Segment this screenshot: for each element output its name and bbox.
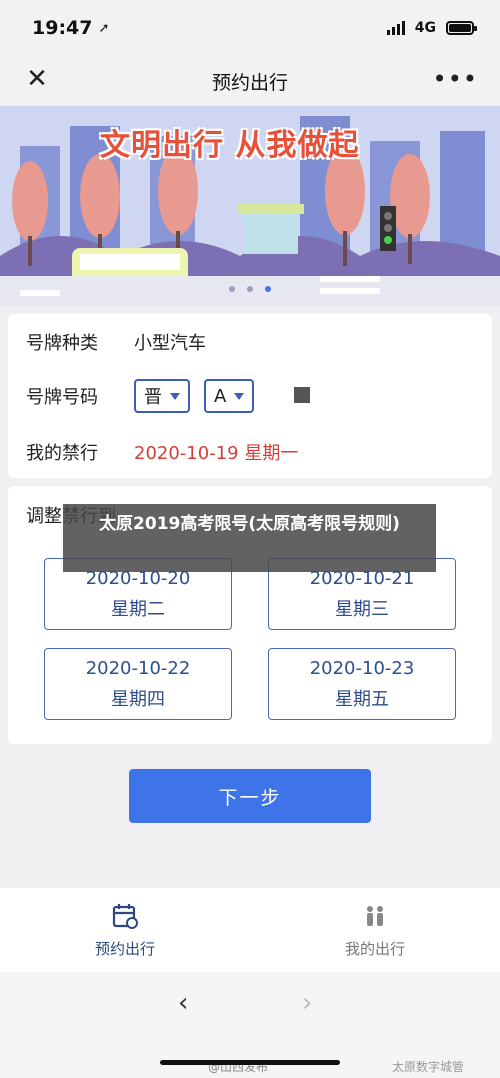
status-time: 19:47 xyxy=(32,17,93,39)
tab-my-trips[interactable]: 我的出行 xyxy=(250,888,500,972)
page-title: 预约出行 xyxy=(211,71,288,94)
redaction-block xyxy=(294,387,311,403)
date-option[interactable]: 2020-10-22 星期四 xyxy=(44,648,232,720)
network-type: 4G xyxy=(414,20,436,36)
close-icon[interactable]: ✕ xyxy=(20,62,54,96)
tab-reserve-label: 预约出行 xyxy=(94,939,155,958)
letter-value: A xyxy=(214,385,227,407)
signal-icon xyxy=(386,21,405,35)
status-indicators: 4G xyxy=(386,20,477,36)
date-option-weekday: 星期五 xyxy=(335,688,389,710)
next-button[interactable]: 下一步 xyxy=(129,769,371,823)
people-icon xyxy=(367,905,383,926)
chevron-down-icon xyxy=(234,392,245,400)
tab-reserve[interactable]: 预约出行 xyxy=(0,888,250,972)
forward-icon[interactable]: › xyxy=(302,988,312,1018)
tab-my-trips-label: 我的出行 xyxy=(344,939,405,958)
watermark-right: 太原数字城管 xyxy=(392,1060,465,1074)
plate-number-input[interactable] xyxy=(268,379,338,413)
province-value: 晋 xyxy=(144,387,162,408)
date-option-weekday: 星期二 xyxy=(111,598,165,620)
browser-toolbar: ‹ › @山西发布 太原数字城管 xyxy=(0,972,500,1078)
home-indicator[interactable] xyxy=(160,1060,340,1065)
chevron-down-icon xyxy=(170,392,180,400)
date-option-date: 2020-10-22 xyxy=(85,657,191,679)
status-bar: 19:47 ➚ 4G xyxy=(0,0,500,56)
letter-select[interactable]: A xyxy=(204,379,255,413)
date-option[interactable]: 2020-10-23 星期五 xyxy=(268,648,456,720)
calendar-icon xyxy=(112,903,138,929)
restriction-value: 2020-10-19 星期一 xyxy=(134,443,299,464)
plate-number-label: 号牌号码 xyxy=(26,387,98,408)
date-option-date: 2020-10-23 xyxy=(309,657,415,679)
tab-bar: 预约出行 我的出行 xyxy=(0,888,500,972)
more-icon[interactable]: ••• xyxy=(433,62,478,96)
plate-type-row: 号牌种类 小型汽车 xyxy=(26,324,206,360)
date-option-weekday: 星期三 xyxy=(335,598,389,620)
location-arrow-icon: ➚ xyxy=(98,20,110,36)
banner-slogan: 文明出行 从我做起 xyxy=(100,128,360,163)
nav-bar: ✕ 预约出行 ••• xyxy=(0,56,500,106)
province-select[interactable]: 晋 xyxy=(134,379,190,413)
plate-info-card: 号牌种类 小型汽车 号牌号码 晋 A 我的禁行 2020-10-19 星期一 xyxy=(8,314,492,478)
restriction-row: 我的禁行 2020-10-19 星期一 xyxy=(26,434,298,470)
back-icon[interactable]: ‹ xyxy=(178,988,188,1018)
battery-icon xyxy=(446,21,477,35)
date-option-weekday: 星期四 xyxy=(111,688,165,710)
plate-type-value: 小型汽车 xyxy=(134,333,206,354)
plate-type-label: 号牌种类 xyxy=(26,333,98,354)
plate-number-row: 号牌号码 晋 A xyxy=(26,378,338,414)
restriction-label: 我的禁行 xyxy=(26,443,98,464)
banner[interactable]: 文明出行 从我做起 xyxy=(0,106,500,306)
caption-overlay: 太原2019高考限号(太原高考限号规则) xyxy=(63,504,436,572)
